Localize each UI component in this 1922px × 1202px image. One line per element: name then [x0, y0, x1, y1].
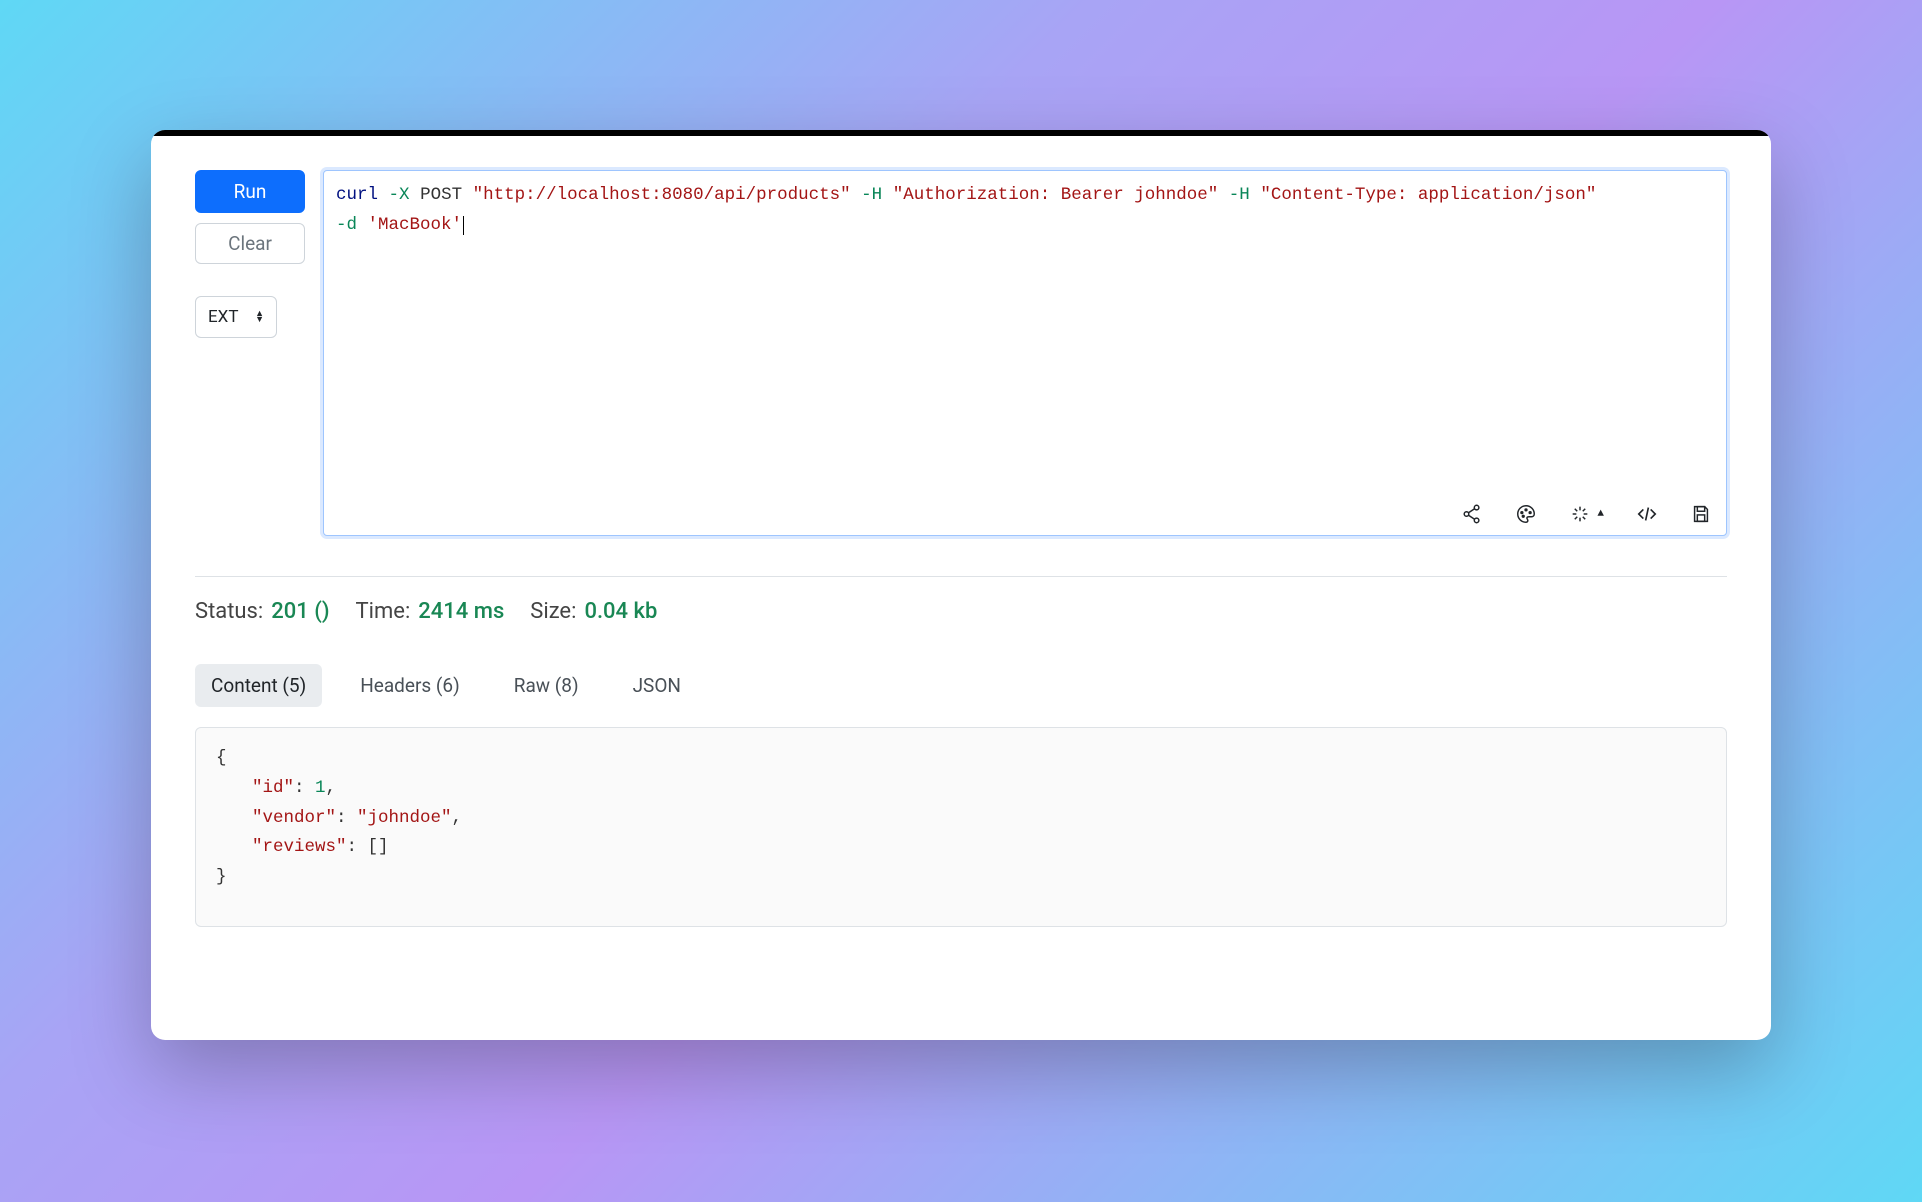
- tab-content[interactable]: Content (5): [195, 664, 322, 707]
- json-val-id: 1: [315, 778, 326, 798]
- status-item-time: Time: 2414 ms: [356, 599, 505, 624]
- request-row: Run Clear EXT ▲▼ curl -X POST "http://lo…: [195, 170, 1727, 536]
- run-button[interactable]: Run: [195, 170, 305, 213]
- token-curl: curl: [336, 185, 378, 205]
- json-val-vendor: "johndoe": [357, 808, 452, 828]
- status-item-status: Status: 201 (): [195, 599, 330, 624]
- response-tabs: Content (5) Headers (6) Raw (8) JSON: [195, 664, 1727, 707]
- palette-icon[interactable]: [1515, 503, 1537, 525]
- curl-editor[interactable]: curl -X POST "http://localhost:8080/api/…: [323, 170, 1727, 536]
- section-divider: [195, 576, 1727, 577]
- time-label: Time:: [356, 599, 411, 624]
- json-key-vendor: "vendor": [252, 808, 336, 828]
- json-val-reviews: []: [368, 837, 389, 857]
- json-row-id: "id": 1,: [216, 774, 1706, 804]
- status-item-size: Size: 0.04 kb: [530, 599, 657, 624]
- controls-column: Run Clear EXT ▲▼: [195, 170, 305, 338]
- tab-headers[interactable]: Headers (6): [344, 664, 476, 707]
- json-key-reviews: "reviews": [252, 837, 347, 857]
- token-flag-h2: -H: [1229, 185, 1250, 205]
- response-panel: { "id": 1, "vendor": "johndoe", "reviews…: [195, 727, 1727, 927]
- select-caret-icon: ▲▼: [255, 311, 264, 323]
- token-header1: "Authorization: Bearer johndoe": [893, 185, 1219, 205]
- app-window: Run Clear EXT ▲▼ curl -X POST "http://lo…: [151, 130, 1771, 1040]
- status-row: Status: 201 () Time: 2414 ms Size: 0.04 …: [195, 599, 1727, 624]
- token-url: "http://localhost:8080/api/products": [473, 185, 851, 205]
- magic-wand-dropdown[interactable]: ▲: [1569, 503, 1604, 525]
- save-icon[interactable]: [1690, 503, 1712, 525]
- tab-raw[interactable]: Raw (8): [498, 664, 595, 707]
- status-label: Status:: [195, 599, 263, 624]
- magic-wand-icon: [1569, 503, 1591, 525]
- code-icon[interactable]: [1636, 503, 1658, 525]
- token-method: POST: [420, 185, 462, 205]
- text-cursor: [463, 216, 464, 235]
- token-header2: "Content-Type: application/json": [1260, 185, 1596, 205]
- json-key-id: "id": [252, 778, 294, 798]
- main-content: Run Clear EXT ▲▼ curl -X POST "http://lo…: [151, 136, 1771, 961]
- token-body: 'MacBook': [368, 215, 463, 235]
- editor-line-1: curl -X POST "http://localhost:8080/api/…: [336, 181, 1714, 211]
- json-close-brace: }: [216, 863, 1706, 893]
- tab-json[interactable]: JSON: [617, 664, 697, 707]
- json-open-brace: {: [216, 744, 1706, 774]
- share-icon[interactable]: [1461, 503, 1483, 525]
- editor-toolbar: ▲: [1461, 503, 1712, 525]
- token-flag-h1: -H: [861, 185, 882, 205]
- time-value: 2414 ms: [418, 599, 504, 624]
- editor-line-2: -d 'MacBook': [336, 211, 1714, 241]
- token-flag-x: -X: [389, 185, 410, 205]
- json-row-vendor: "vendor": "johndoe",: [216, 804, 1706, 834]
- token-flag-d: -d: [336, 215, 357, 235]
- json-row-reviews: "reviews": []: [216, 833, 1706, 863]
- caret-up-icon: ▲: [1597, 505, 1604, 524]
- size-value: 0.04 kb: [584, 599, 657, 624]
- ext-select-label: EXT: [208, 307, 238, 327]
- status-value: 201 (): [271, 599, 329, 624]
- clear-button[interactable]: Clear: [195, 223, 305, 264]
- size-label: Size:: [530, 599, 576, 624]
- ext-select[interactable]: EXT ▲▼: [195, 296, 277, 338]
